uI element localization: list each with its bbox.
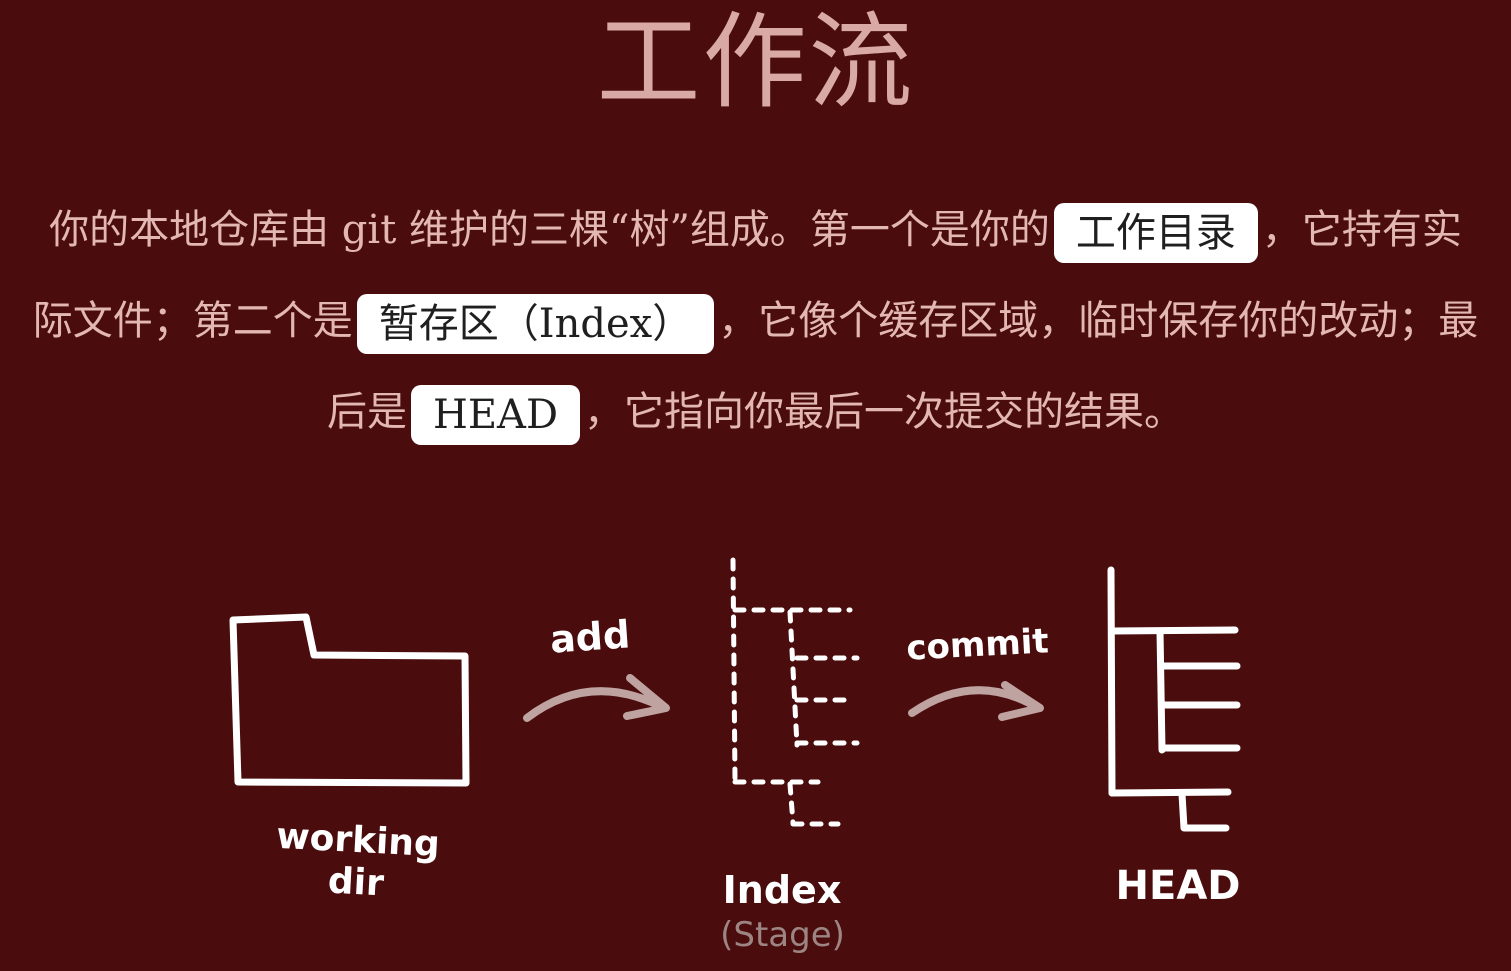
label-working-dir: working dir — [275, 815, 441, 905]
label-head: HEAD — [1115, 863, 1241, 909]
chip-head: HEAD — [410, 385, 581, 445]
label-stage: (Stage) — [720, 915, 845, 955]
commit-arrow-icon — [908, 681, 1044, 721]
head-tree-icon — [1107, 566, 1241, 832]
index-tree-icon — [730, 557, 860, 827]
label-index: Index — [722, 868, 842, 912]
add-arrow-icon — [523, 674, 670, 722]
intro-text-4: ，它指向你最后一次提交的结果。 — [584, 389, 1185, 435]
workflow-diagram: add commit working dir Index (Stage) HEA… — [0, 470, 1511, 971]
page-title: 工作流 — [596, 1, 915, 123]
chip-working-directory: 工作目录 — [1053, 203, 1258, 263]
chip-index: 暂存区（Index） — [356, 294, 715, 354]
intro-text-1: 你的本地仓库由 git 维护的三棵“树”组成。第一个是你的 — [49, 207, 1050, 253]
label-add: add — [548, 612, 632, 662]
folder-icon — [229, 613, 470, 787]
intro-paragraph: 你的本地仓库由 git 维护的三棵“树”组成。第一个是你的 工作目录 ，它持有实际文… — [30, 185, 1481, 458]
